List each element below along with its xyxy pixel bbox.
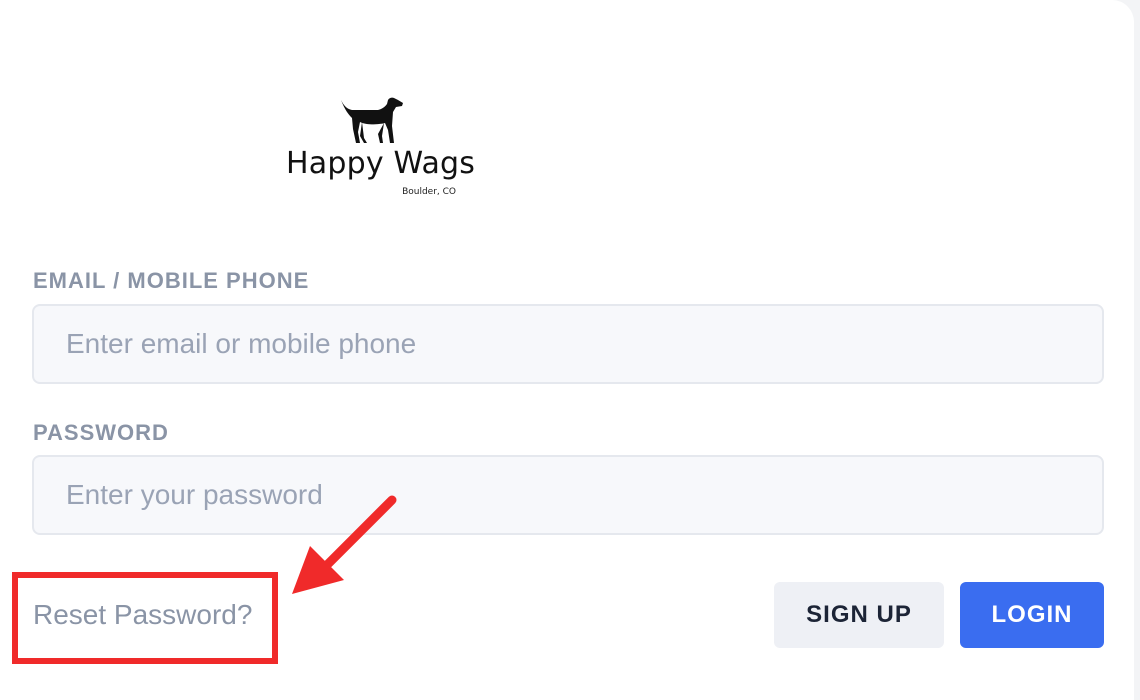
sign-up-button[interactable]: SIGN UP: [774, 582, 944, 648]
password-label: PASSWORD: [33, 420, 169, 445]
email-input[interactable]: [32, 304, 1104, 384]
login-card: Happy Wags Boulder, CO EMAIL / MOBILE PH…: [0, 0, 1134, 700]
logo: Happy Wags Boulder, CO: [286, 96, 476, 204]
login-button[interactable]: LOGIN: [960, 582, 1104, 648]
logo-name: Happy Wags: [286, 146, 476, 181]
email-label: EMAIL / MOBILE PHONE: [33, 268, 310, 293]
logo-location: Boulder, CO: [402, 187, 456, 197]
dog-icon: [341, 97, 403, 143]
reset-password-link[interactable]: Reset Password?: [33, 599, 252, 631]
password-input[interactable]: [32, 455, 1104, 535]
